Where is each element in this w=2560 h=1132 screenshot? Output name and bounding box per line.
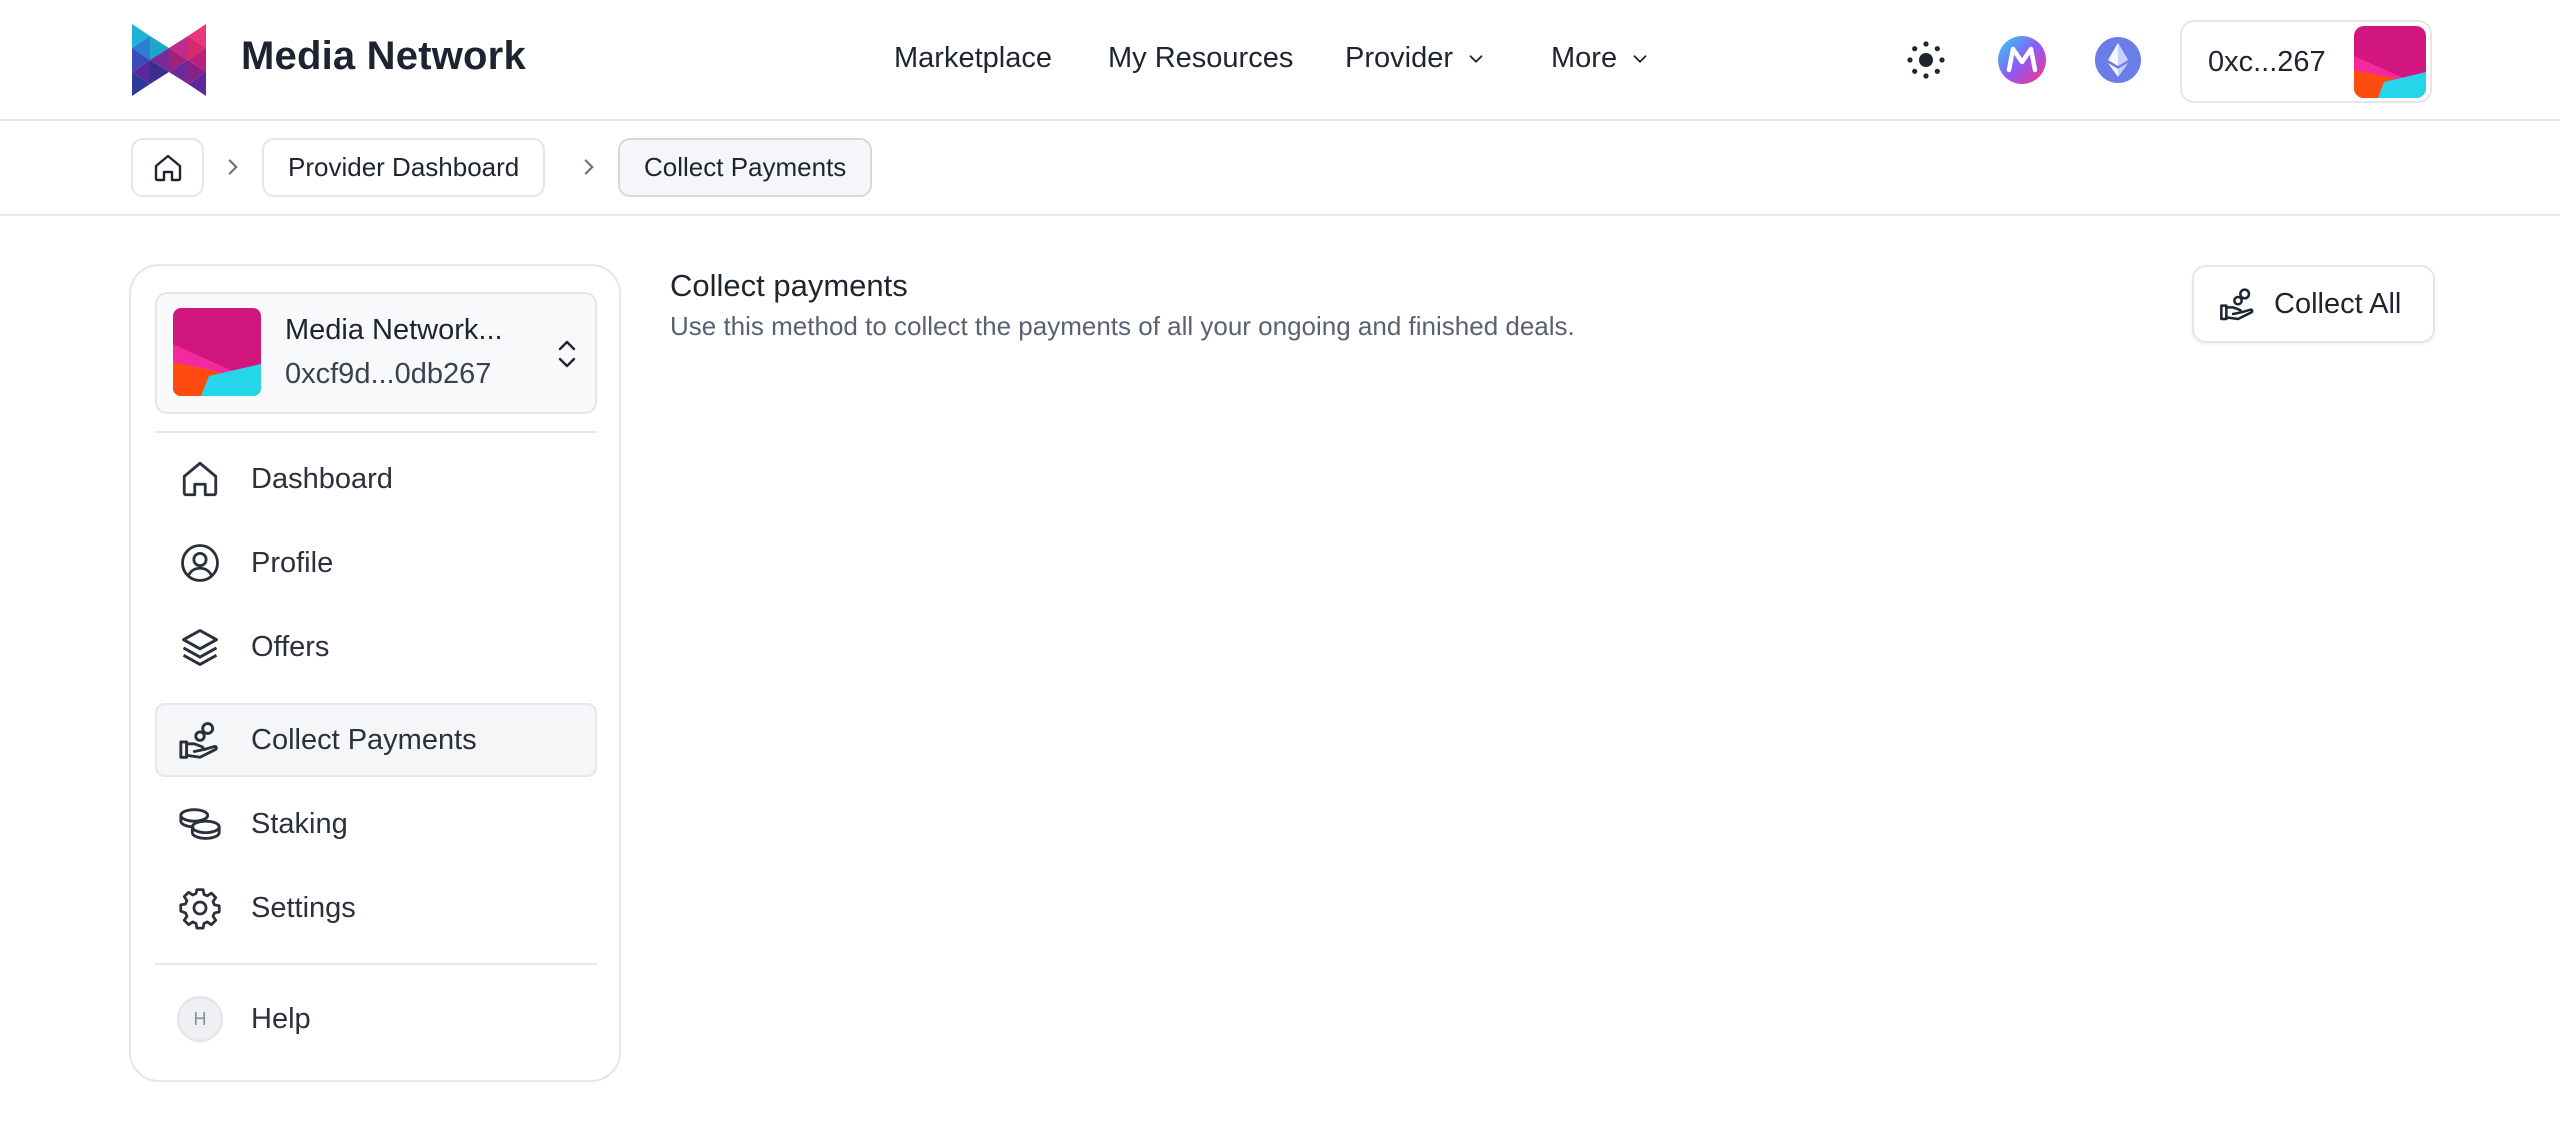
sidebar-item-label: Collect Payments — [251, 723, 477, 756]
home-icon — [154, 154, 181, 181]
chevron-right-icon — [584, 159, 594, 175]
help-badge-icon: H — [177, 996, 223, 1042]
breadcrumb-provider-dashboard-label: Provider Dashboard — [288, 152, 520, 182]
account-avatar — [173, 308, 261, 396]
sidebar-item-offers[interactable]: Offers — [155, 610, 597, 684]
breadcrumb-provider-dashboard[interactable]: Provider Dashboard — [262, 138, 546, 197]
media-token-button[interactable] — [1992, 30, 2052, 90]
sidebar-item-dashboard[interactable]: Dashboard — [155, 442, 597, 516]
hand-coins-icon — [177, 717, 223, 763]
nav-provider-label: Provider — [1345, 42, 1453, 74]
breadcrumb-collect-payments[interactable]: Collect Payments — [618, 138, 873, 197]
page-title: Collect payments — [670, 268, 908, 303]
breadcrumb-collect-payments-label: Collect Payments — [644, 152, 847, 182]
sidebar-item-collect-payments[interactable]: Collect Payments — [155, 703, 597, 777]
sidebar-divider — [155, 963, 597, 965]
chevron-right-icon — [228, 159, 238, 175]
home-icon — [177, 456, 223, 502]
sidebar-item-label: Staking — [251, 807, 348, 840]
sidebar-divider — [155, 431, 597, 433]
nav-marketplace[interactable]: Marketplace — [894, 42, 1052, 75]
ethereum-icon — [2095, 37, 2141, 83]
nav-marketplace-label: Marketplace — [894, 42, 1052, 74]
sidebar-item-settings[interactable]: Settings — [155, 871, 597, 945]
theme-toggle-button[interactable] — [1896, 30, 1956, 90]
media-token-icon — [1998, 36, 2046, 84]
breadcrumb: Provider Dashboard Collect Payments — [0, 121, 2560, 216]
account-switcher[interactable]: Media Network... 0xcf9d...0db267 — [155, 292, 597, 414]
ethereum-network-button[interactable] — [2088, 30, 2148, 90]
sidebar-item-staking[interactable]: Staking — [155, 787, 597, 861]
sidebar-item-profile[interactable]: Profile — [155, 526, 597, 600]
sidebar-item-label: Help — [251, 1002, 311, 1035]
top-navbar: Media Network Marketplace My Resources P… — [0, 0, 2560, 121]
media-network-logo[interactable] — [132, 24, 206, 96]
nav-more-dropdown[interactable]: More — [1551, 42, 1651, 75]
help-badge: H — [177, 996, 223, 1042]
page-description: Use this method to collect the payments … — [670, 311, 1575, 341]
gear-icon — [177, 885, 223, 931]
chevron-down-icon — [1633, 54, 1647, 63]
sun-icon — [1907, 41, 1945, 79]
wallet-account-button[interactable]: 0xc...267 — [2180, 20, 2432, 103]
provider-sidebar: Media Network... 0xcf9d...0db267 Dashboa… — [129, 264, 621, 1082]
breadcrumb-home[interactable] — [131, 138, 204, 197]
coins-icon — [177, 801, 223, 847]
chevrons-up-down-icon — [558, 340, 576, 368]
collect-all-button[interactable]: Collect All — [2192, 265, 2435, 343]
sidebar-item-label: Profile — [251, 546, 334, 579]
layers-icon — [177, 624, 223, 670]
account-name: Media Network... — [285, 314, 503, 346]
hand-coins-icon — [2220, 288, 2254, 321]
user-circle-icon — [177, 540, 223, 586]
sidebar-item-label: Offers — [251, 630, 330, 663]
sidebar-item-label: Settings — [251, 891, 356, 924]
nav-my-resources[interactable]: My Resources — [1108, 42, 1293, 75]
collect-all-label: Collect All — [2274, 287, 2402, 320]
wallet-address: 0xc...267 — [2208, 46, 2326, 78]
account-address: 0xcf9d...0db267 — [285, 358, 492, 390]
chevron-down-icon — [1469, 54, 1483, 63]
sidebar-item-help[interactable]: H Help — [155, 982, 597, 1056]
wallet-avatar — [2354, 26, 2426, 98]
nav-my-resources-label: My Resources — [1108, 42, 1294, 74]
nav-more-label: More — [1551, 42, 1618, 74]
nav-provider-dropdown[interactable]: Provider — [1345, 42, 1487, 75]
brand-name[interactable]: Media Network — [241, 34, 526, 79]
sidebar-item-label: Dashboard — [251, 462, 393, 495]
